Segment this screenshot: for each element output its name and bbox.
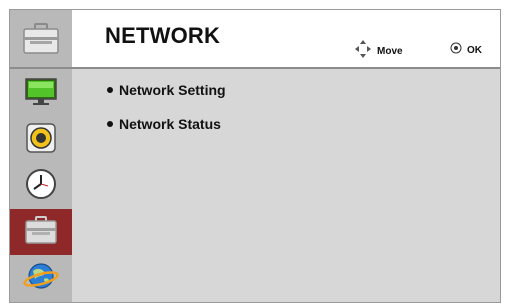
move-hint: Move: [354, 39, 403, 64]
globe-icon: [23, 259, 59, 298]
toolbox-icon: [24, 215, 58, 250]
osd-window: NETWORK Move OK Network Setting Network …: [9, 9, 501, 303]
sidebar-item-network[interactable]: [10, 209, 72, 255]
sidebar-item-time[interactable]: [10, 163, 72, 209]
sidebar-item-picture[interactable]: [10, 71, 72, 117]
bullet-icon: [107, 87, 113, 93]
ok-label: OK: [467, 44, 482, 56]
sidebar-item-audio[interactable]: [10, 117, 72, 163]
page-title: NETWORK: [105, 23, 221, 48]
menu-item-network-status[interactable]: Network Status: [107, 116, 221, 132]
toolbox-icon: [10, 10, 72, 67]
move-label: Move: [377, 46, 403, 57]
menu-panel: Network Setting Network Status: [72, 69, 500, 302]
clock-icon: [24, 167, 58, 206]
monitor-icon: [23, 77, 59, 112]
ok-hint: OK: [450, 41, 482, 59]
bullet-icon: [107, 121, 113, 127]
header: NETWORK Move OK: [10, 10, 500, 69]
menu-item-network-setting[interactable]: Network Setting: [107, 82, 226, 98]
speaker-icon: [24, 121, 58, 160]
sidebar-item-support[interactable]: [10, 255, 72, 301]
menu-item-label: Network Status: [119, 116, 221, 132]
move-arrows-icon: [354, 39, 372, 64]
ok-button-icon: [450, 41, 462, 59]
menu-item-label: Network Setting: [119, 82, 226, 98]
sidebar: [10, 69, 72, 302]
